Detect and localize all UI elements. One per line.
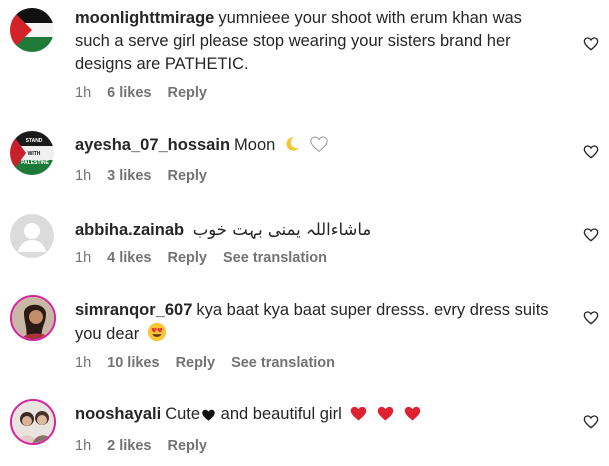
comment-body-end: and beautiful girl [220, 405, 342, 423]
red-heart-icon [403, 405, 422, 422]
comment-body: ماشاءاللہ یمنی بہت خوب [192, 220, 372, 239]
comment-username[interactable]: ayesha_07_hossain [75, 136, 230, 154]
comment-likes[interactable]: 10 likes [107, 355, 159, 371]
stand-with-palestine-avatar: STAND WITH PALESTINE [10, 131, 54, 175]
comment-username[interactable]: simranqor_607 [75, 301, 192, 319]
palestine-flag-avatar [10, 8, 54, 52]
comment-likes[interactable]: 6 likes [107, 85, 151, 101]
comment-time[interactable]: 1h [75, 438, 91, 454]
comment-likes[interactable]: 4 likes [107, 250, 151, 266]
svg-text:STAND: STAND [26, 138, 43, 144]
default-avatar [10, 214, 54, 258]
comment-text: simranqor_607 kya baat kya baat super dre… [75, 299, 555, 346]
red-heart-icon [349, 405, 368, 422]
avatar[interactable]: STAND WITH PALESTINE [10, 131, 54, 175]
comment-text: abbiha.zainab ماشاءاللہ یمنی بہت خوب [75, 218, 555, 242]
like-heart-icon[interactable] [583, 414, 599, 430]
comment-username[interactable]: abbiha.zainab [75, 221, 184, 239]
comment-meta: 1h 6 likes Reply [75, 85, 223, 101]
comment-text: moonlighttmirage yumnieee your shoot with… [75, 7, 555, 76]
comment-time[interactable]: 1h [75, 355, 91, 371]
like-heart-icon[interactable] [583, 227, 599, 243]
svg-text:PALESTINE: PALESTINE [21, 160, 49, 166]
like-heart-icon[interactable] [583, 144, 599, 160]
see-translation-link[interactable]: See translation [223, 250, 327, 266]
comment-time[interactable]: 1h [75, 85, 91, 101]
comment-meta: 1h 3 likes Reply [75, 168, 223, 184]
like-heart-icon[interactable] [583, 36, 599, 52]
avatar[interactable] [10, 295, 56, 341]
comment-username[interactable]: moonlighttmirage [75, 9, 214, 27]
comment-text: nooshayali Cute and beautiful girl [75, 403, 555, 426]
reply-button[interactable]: Reply [167, 250, 207, 266]
comment-likes[interactable]: 2 likes [107, 438, 151, 454]
user-photo-avatar [12, 297, 54, 339]
reply-button[interactable]: Reply [167, 85, 207, 101]
white-heart-icon [309, 135, 329, 153]
comment-body: Moon [234, 136, 276, 154]
comment-username[interactable]: nooshayali [75, 405, 161, 423]
comment-text: ayesha_07_hossain Moon [75, 134, 555, 157]
heart-eyes-icon [147, 322, 167, 342]
comment-meta: 1h 2 likes Reply [75, 438, 223, 454]
user-photo-avatar [12, 401, 54, 443]
black-heart-icon [201, 408, 216, 422]
comment-time[interactable]: 1h [75, 250, 91, 266]
comment-likes[interactable]: 3 likes [107, 168, 151, 184]
comment-meta: 1h 4 likes Reply See translation [75, 250, 343, 266]
see-translation-link[interactable]: See translation [231, 355, 335, 371]
comment-time[interactable]: 1h [75, 168, 91, 184]
svg-text:WITH: WITH [28, 151, 41, 157]
crescent-moon-icon [283, 135, 301, 153]
reply-button[interactable]: Reply [167, 438, 207, 454]
red-heart-icon [376, 405, 395, 422]
like-heart-icon[interactable] [583, 310, 599, 326]
avatar[interactable] [10, 399, 56, 445]
comment-body-start: Cute [165, 405, 201, 423]
comment-meta: 1h 10 likes Reply See translation [75, 355, 351, 371]
reply-button[interactable]: Reply [167, 168, 207, 184]
reply-button[interactable]: Reply [176, 355, 216, 371]
avatar[interactable] [10, 214, 54, 258]
avatar[interactable] [10, 8, 54, 52]
